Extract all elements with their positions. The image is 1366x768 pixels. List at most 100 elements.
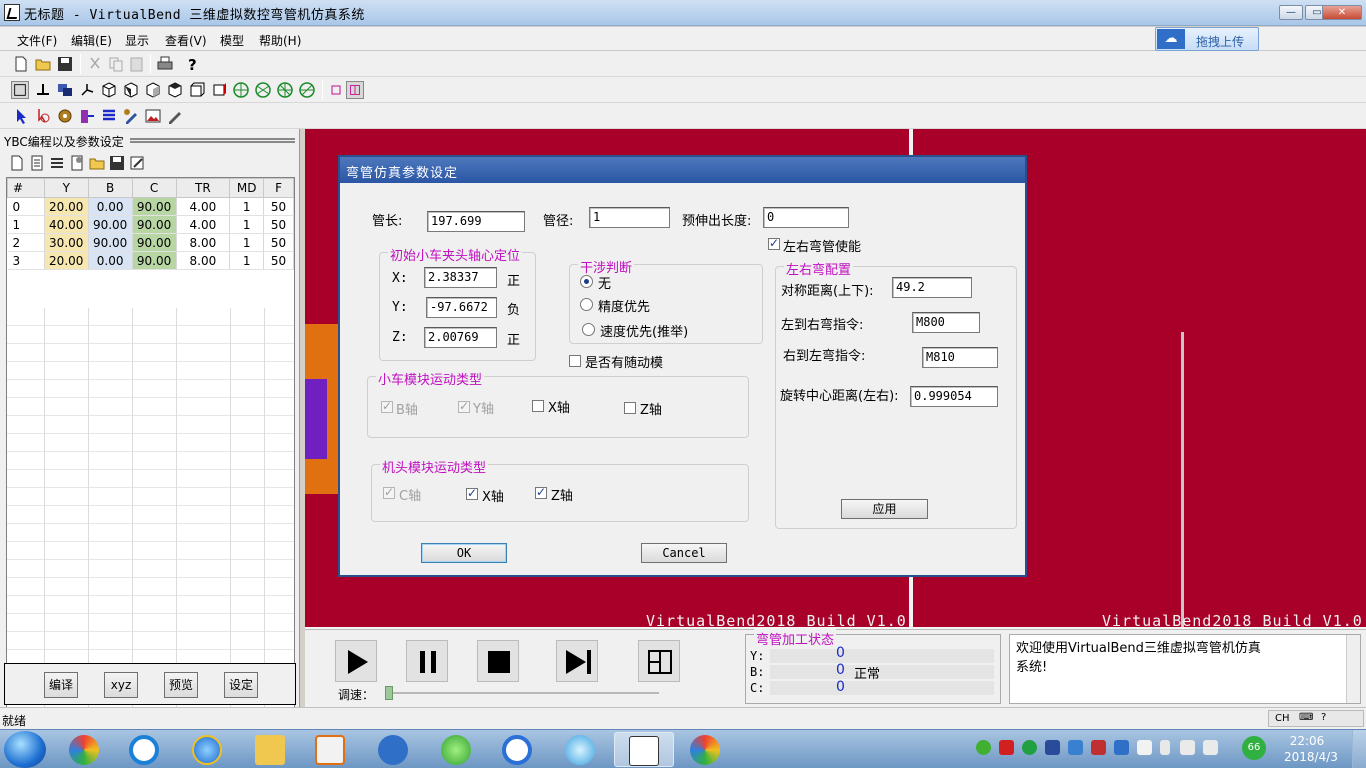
- speed-slider-track[interactable]: [389, 692, 659, 694]
- taskbar-app-colorful[interactable]: [55, 732, 115, 767]
- sphere-view-1-icon[interactable]: [232, 81, 250, 99]
- step-forward-button[interactable]: [556, 640, 598, 682]
- col-tr[interactable]: TR: [175, 178, 231, 198]
- new-program-icon[interactable]: [8, 154, 26, 172]
- rotation-center-input[interactable]: 0.999054: [910, 386, 998, 407]
- taskbar-app-sogou[interactable]: [488, 732, 548, 767]
- cell-md[interactable]: 1: [229, 251, 265, 270]
- single-view-icon[interactable]: [327, 81, 345, 99]
- interference-speed-radio[interactable]: [582, 323, 595, 336]
- taskbar-app-360[interactable]: [427, 732, 487, 767]
- cell-f[interactable]: 50: [263, 197, 294, 216]
- sphere-view-4-icon[interactable]: [298, 81, 316, 99]
- help-question-icon[interactable]: ?: [184, 55, 202, 73]
- col-c[interactable]: C: [131, 178, 177, 198]
- table-row[interactable]: 3 20.00 0.00 90.00 8.00 1 50: [7, 251, 294, 270]
- cancel-button[interactable]: Cancel: [641, 543, 727, 563]
- pipe-diameter-input[interactable]: 1: [589, 207, 670, 228]
- network-signal-icon[interactable]: [1203, 740, 1218, 755]
- pre-extend-input[interactable]: 0: [763, 207, 849, 228]
- cell-c[interactable]: 90.00: [132, 251, 177, 270]
- cube-right-icon[interactable]: [144, 81, 162, 99]
- col-md[interactable]: MD: [229, 178, 265, 198]
- tray-pdf-icon[interactable]: [999, 740, 1014, 755]
- cell-tr[interactable]: 8.00: [176, 233, 231, 252]
- interference-none-radio[interactable]: [580, 275, 593, 288]
- cube-top-icon[interactable]: [166, 81, 184, 99]
- cell-tr[interactable]: 8.00: [176, 251, 231, 270]
- follow-die-checkbox[interactable]: [569, 355, 581, 367]
- init-y-input[interactable]: -97.6672: [426, 297, 497, 318]
- cell-index[interactable]: 3: [7, 251, 45, 270]
- col-y[interactable]: Y: [43, 178, 89, 198]
- document-icon[interactable]: [28, 154, 46, 172]
- tray-cloud-icon[interactable]: [1114, 740, 1129, 755]
- menu-view[interactable]: 查看(V): [165, 32, 207, 49]
- carriage-b-axis-checkbox[interactable]: [381, 399, 393, 413]
- cell-y[interactable]: 40.00: [44, 215, 89, 234]
- taskbar-app-ie-blue[interactable]: [115, 732, 175, 767]
- apply-button[interactable]: 应用: [841, 499, 928, 519]
- head-c-axis-checkbox[interactable]: [383, 485, 395, 499]
- edit-program-icon[interactable]: [128, 154, 146, 172]
- cell-b[interactable]: 90.00: [88, 233, 133, 252]
- col-b[interactable]: B: [87, 178, 133, 198]
- gear-icon[interactable]: [56, 107, 74, 125]
- bluetooth-icon[interactable]: [1045, 740, 1060, 755]
- cell-f[interactable]: 50: [263, 215, 294, 234]
- carriage-x-axis-checkbox[interactable]: [532, 400, 544, 412]
- init-x-input[interactable]: 2.38337: [424, 267, 497, 288]
- show-desktop-button[interactable]: [1352, 730, 1366, 768]
- table-row[interactable]: 2 30.00 90.00 90.00 8.00 1 50: [7, 233, 294, 252]
- cell-y[interactable]: 20.00: [44, 251, 89, 270]
- table-row[interactable]: 0 20.00 0.00 90.00 4.00 1 50: [7, 197, 294, 216]
- cell-md[interactable]: 1: [229, 215, 265, 234]
- system-clock[interactable]: 22:06 2018/4/3: [1284, 733, 1338, 765]
- settings-doc-icon[interactable]: [68, 154, 86, 172]
- tray-security-icon[interactable]: [1068, 740, 1083, 755]
- taskbar-app-paint[interactable]: [676, 732, 736, 767]
- col-index[interactable]: #: [7, 178, 45, 198]
- pipe-length-input[interactable]: 197.699: [427, 211, 525, 232]
- sphere-view-2-icon[interactable]: [254, 81, 272, 99]
- cell-index[interactable]: 0: [7, 197, 45, 216]
- reset-button[interactable]: [638, 640, 680, 682]
- menu-model[interactable]: 模型: [220, 32, 244, 49]
- open-folder-icon[interactable]: [34, 55, 52, 73]
- list-icon[interactable]: [100, 107, 118, 125]
- head-z-axis-checkbox[interactable]: [535, 485, 547, 499]
- start-button[interactable]: [4, 731, 46, 768]
- left-to-right-input[interactable]: M800: [912, 312, 980, 333]
- pause-button[interactable]: [406, 640, 448, 682]
- volume-icon[interactable]: [1180, 740, 1195, 755]
- cell-f[interactable]: 50: [263, 251, 294, 270]
- print-icon[interactable]: [156, 55, 174, 73]
- interference-accuracy-radio[interactable]: [580, 298, 593, 311]
- close-button[interactable]: ✕: [1322, 5, 1362, 20]
- cell-y[interactable]: 20.00: [44, 197, 89, 216]
- cell-index[interactable]: 2: [7, 233, 45, 252]
- menu-edit[interactable]: 编辑(E): [71, 32, 112, 49]
- xyz-button[interactable]: xyz: [104, 672, 138, 698]
- cell-y[interactable]: 30.00: [44, 233, 89, 252]
- tray-plus-icon[interactable]: [976, 740, 991, 755]
- split-view-icon[interactable]: [346, 81, 364, 99]
- right-to-left-input[interactable]: M810: [922, 347, 998, 368]
- cell-md[interactable]: 1: [229, 233, 265, 252]
- sphere-view-3-icon[interactable]: [276, 81, 294, 99]
- symmetric-distance-input[interactable]: 49.2: [892, 277, 972, 298]
- taskbar-app-explorer[interactable]: [241, 732, 301, 767]
- view-axis-icon[interactable]: [78, 81, 96, 99]
- panel-grip[interactable]: [130, 138, 295, 143]
- cell-b[interactable]: 0.00: [88, 251, 133, 270]
- copy-icon[interactable]: [107, 55, 125, 73]
- cell-f[interactable]: 50: [263, 233, 294, 252]
- taskbar-app-ie[interactable]: [178, 732, 238, 767]
- cube-back-icon[interactable]: [188, 81, 206, 99]
- head-x-axis-checkbox[interactable]: [466, 486, 478, 500]
- lr-bend-enable-checkbox[interactable]: [768, 236, 780, 250]
- pick-tool-icon[interactable]: [34, 107, 52, 125]
- preview-button[interactable]: 预览: [164, 672, 198, 698]
- play-button[interactable]: [335, 640, 377, 682]
- ok-button[interactable]: OK: [421, 543, 507, 563]
